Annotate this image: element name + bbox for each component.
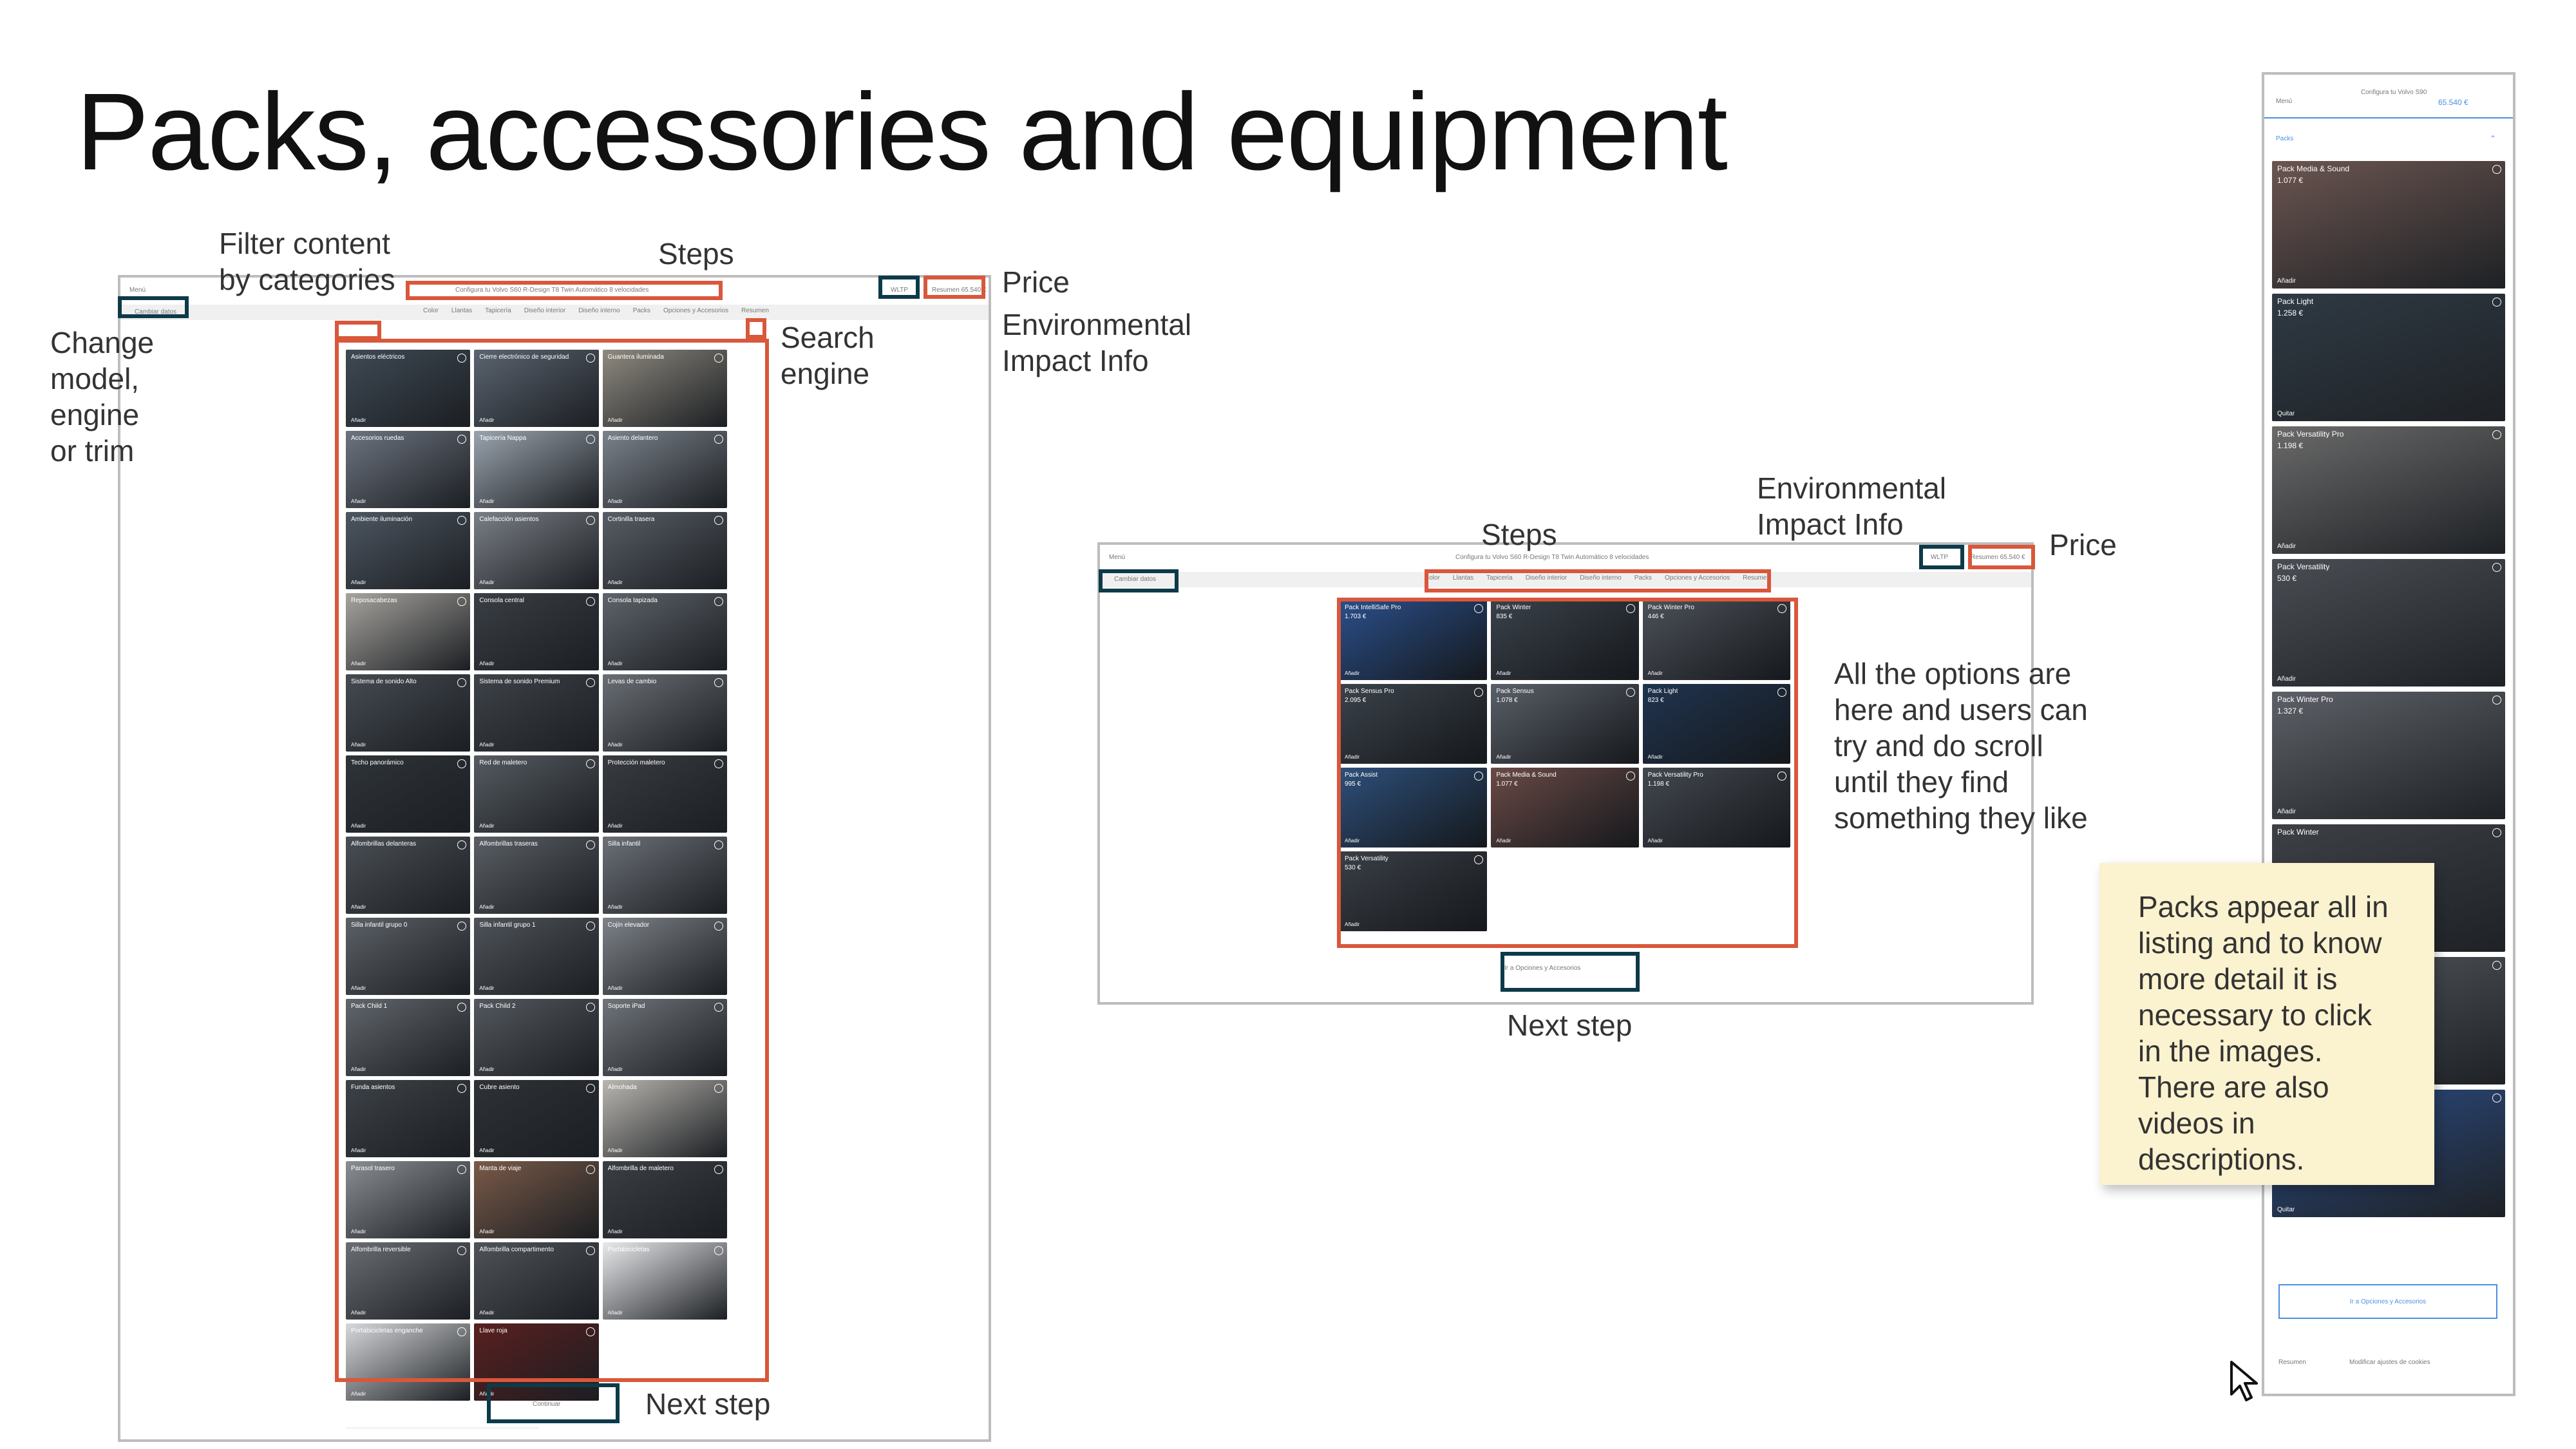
step-item[interactable]: Diseño interno — [578, 307, 620, 314]
mobile-pack-action[interactable]: Quitar — [2277, 1206, 2295, 1213]
mobile-footer-right[interactable]: Modificar ajustes de cookies — [2349, 1359, 2430, 1366]
label-env-mid: Environmental Impact Info — [1757, 471, 1947, 541]
label-change-model: Change model, engine or trim — [50, 326, 155, 468]
mobile-pack-action[interactable]: Añadir — [2277, 278, 2296, 285]
mobile-header-divider — [2264, 117, 2513, 118]
mobile-screenshot: Menú Configura tu Volvo S90 65.540 € Pac… — [2262, 72, 2515, 1396]
mobile-pack-card[interactable]: Pack Versatility Pro 1.198 € Añadir — [2272, 426, 2505, 554]
mobile-pack-price: 530 € — [2277, 574, 2297, 582]
mobile-category-select[interactable]: Packs — [2276, 135, 2293, 142]
mobile-pack-price: 1.198 € — [2277, 442, 2304, 450]
mobile-pack-price: 1.258 € — [2277, 309, 2304, 317]
mobile-pack-card[interactable]: Pack Light 1.258 € Quitar — [2272, 294, 2505, 421]
mobile-pack-card[interactable]: Pack Media & Sound 1.077 € Añadir — [2272, 161, 2505, 289]
step-item[interactable]: Packs — [633, 307, 650, 314]
mobile-pack-name: Pack Media & Sound — [2277, 165, 2350, 173]
label-search: Search engine — [781, 321, 875, 390]
label-steps-mid: Steps — [1481, 518, 1557, 551]
highlight-next — [487, 1383, 620, 1423]
step-item[interactable]: Opciones y Accesorios — [663, 307, 728, 314]
mobile-pack-name: Pack Winter — [2277, 828, 2319, 836]
step-item[interactable]: Resumen — [741, 307, 769, 314]
mobile-pack-price: 1.327 € — [2277, 707, 2304, 715]
mobile-pack-card[interactable]: Pack Versatility 530 € Añadir — [2272, 559, 2505, 687]
mobile-pack-card[interactable]: Pack Winter Pro 1.327 € Añadir — [2272, 692, 2505, 819]
label-next-step-left: Next step — [645, 1387, 771, 1421]
label-steps: Steps — [658, 237, 734, 270]
sticky-note: Packs appear all in listing and to know … — [2099, 863, 2434, 1185]
header-menu[interactable]: Menú — [1109, 554, 1125, 561]
mobile-pack-name: Pack Light — [2277, 298, 2314, 305]
label-next-step-mid: Next step — [1507, 1009, 1633, 1042]
label-env: Environmental Impact Info — [1002, 308, 1192, 377]
info-icon[interactable] — [2492, 430, 2501, 439]
label-filter: Filter content by categories — [219, 227, 395, 296]
step-item[interactable]: Color — [423, 307, 439, 314]
chevron-down-icon[interactable]: ⌃ — [2490, 134, 2496, 143]
label-options-note: All the options are here and users can t… — [1834, 657, 2088, 835]
info-icon[interactable] — [2492, 563, 2501, 572]
mobile-next-step-button[interactable]: Ir a Opciones y Accesorios — [2278, 1284, 2497, 1319]
label-price: Price — [1002, 265, 1070, 299]
highlight-steps — [406, 281, 723, 300]
mobile-menu[interactable]: Menú — [2276, 98, 2292, 105]
info-icon[interactable] — [2492, 1094, 2501, 1103]
step-item[interactable]: Llantas — [451, 307, 472, 314]
highlight-price — [923, 276, 985, 299]
steps-list: Color Llantas Tapicería Diseño interior … — [423, 307, 769, 314]
info-icon[interactable] — [2492, 828, 2501, 837]
mobile-pack-name: Pack Versatility — [2277, 563, 2330, 571]
slide-title: Packs, accessories and equipment — [76, 71, 1728, 193]
highlight-next-mid — [1501, 952, 1640, 992]
highlight-search — [746, 318, 766, 339]
step-item[interactable]: Tapicería — [485, 307, 511, 314]
header-title: Configura tu Volvo S60 R-Design T8 Twin … — [1455, 554, 1649, 561]
add-label[interactable]: Añadir — [351, 1391, 366, 1397]
highlight-price-mid — [1968, 545, 2035, 569]
highlight-model-mid — [1099, 569, 1179, 592]
mobile-pack-action[interactable]: Añadir — [2277, 808, 2296, 815]
header-menu[interactable]: Menú — [129, 287, 146, 294]
info-icon[interactable] — [2492, 165, 2501, 174]
mobile-pack-price: 1.077 € — [2277, 176, 2304, 184]
highlight-steps-mid — [1425, 569, 1771, 592]
highlight-env-mid — [1919, 545, 1964, 569]
mobile-pack-name: Pack Winter Pro — [2277, 696, 2333, 703]
mobile-pack-action[interactable]: Quitar — [2277, 410, 2295, 417]
mobile-pack-action[interactable]: Añadir — [2277, 676, 2296, 683]
info-icon[interactable] — [2492, 961, 2501, 970]
mobile-pack-action[interactable]: Añadir — [2277, 543, 2296, 550]
info-icon[interactable] — [2492, 298, 2501, 307]
info-icon[interactable] — [2492, 696, 2501, 705]
cursor-icon — [2228, 1359, 2267, 1407]
highlight-filter — [335, 321, 381, 340]
mobile-title: Configura tu Volvo S90 — [2361, 89, 2427, 96]
mobile-footer-left[interactable]: Resumen — [2278, 1359, 2306, 1366]
highlight-grid — [335, 339, 769, 1382]
highlight-env — [878, 276, 920, 299]
step-item[interactable]: Diseño interior — [524, 307, 565, 314]
highlight-grid-mid — [1337, 598, 1798, 948]
label-price-mid: Price — [2049, 528, 2117, 562]
mobile-price[interactable]: 65.540 € — [2438, 98, 2468, 107]
mobile-pack-name: Pack Versatility Pro — [2277, 430, 2344, 438]
highlight-model — [118, 296, 189, 318]
mobile-next-step-label: Ir a Opciones y Accesorios — [2349, 1298, 2427, 1305]
